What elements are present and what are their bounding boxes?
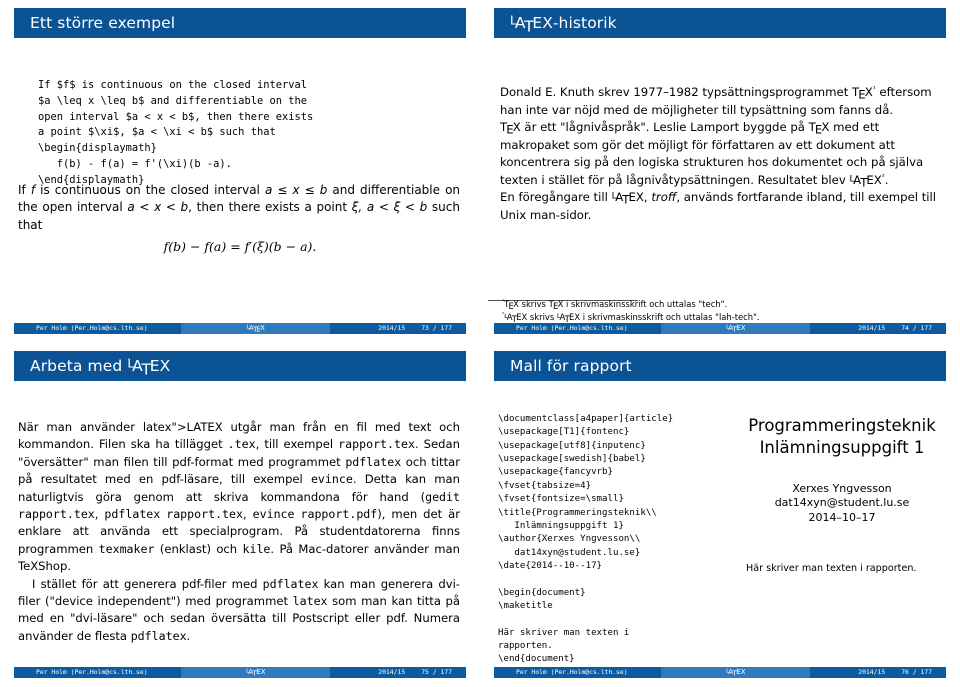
footer-meta: 2014/15 74 / 177 (810, 323, 946, 334)
para-seg-4: , then there exists a point (188, 200, 352, 215)
footer-page: 76 / 177 (901, 668, 932, 676)
footer-date: 2014/15 (858, 668, 886, 676)
slide-arbeta-med-latex: Arbeta med LATEX När man använder latex"… (0, 343, 480, 687)
workflow-text: När man använder latex">LATEX utgår man … (18, 419, 460, 645)
paragraph-1: När man använder latex">LATEX utgår man … (18, 420, 461, 574)
document-title-line2: Inlämningsuppgift 1 (759, 438, 925, 458)
para-seg-2: is continuous on the closed interval (35, 183, 265, 197)
slide-ett-storre-exempel: Ett större exempel If $f$ is continuous … (0, 0, 480, 343)
rendered-document-preview: Programmeringsteknik Inlämningsuppgift 1… (742, 415, 942, 576)
document-author: Xerxes Yngvesson (792, 481, 892, 495)
footer-author: Per Holm (Per.Holm@cs.lth.se) (14, 323, 182, 334)
rendered-paragraph: If f is continuous on the closed interva… (18, 182, 460, 234)
footer-title: LATEX (181, 323, 331, 334)
footer-meta: 2014/15 73 / 177 (330, 323, 466, 334)
footer-title: LATEX (181, 667, 331, 678)
footnote-1: ¹TEX skrivs TEX i skrivmaskinsskrift och… (502, 299, 728, 312)
slide-footer: Per Holm (Per.Holm@cs.lth.se) LATEX 2014… (14, 323, 466, 334)
para-xi-range: ξ, a < ξ < b (351, 200, 428, 215)
report-template-code: \documentclass[a4paper]{article} \usepac… (498, 414, 674, 665)
footer-page: 74 / 177 (901, 324, 932, 332)
footer-date: 2014/15 (378, 324, 406, 332)
slide-body: If $f$ is continuous on the closed inter… (14, 46, 466, 317)
footer-page: 73 / 177 (421, 324, 452, 332)
slide-title: Ett större exempel (14, 8, 466, 38)
para-seg-1: If (18, 183, 31, 197)
paragraph-1: Donald E. Knuth skrev 1977–1982 typsättn… (500, 84, 932, 117)
slide-mall-for-rapport: Mall för rapport \documentclass[a4paper]… (480, 343, 960, 687)
footer-meta: 2014/15 75 / 177 (330, 667, 466, 678)
document-title-line1: Programmeringsteknik (748, 416, 936, 435)
document-title: Programmeringsteknik Inlämningsuppgift 1 (742, 415, 942, 460)
display-equation: f(b) − f(a) = f′(ξ)(b − a). (163, 239, 317, 254)
slide-body: När man använder latex">LATEX utgår man … (14, 389, 466, 661)
slide-title: Arbeta med LATEX (14, 351, 466, 381)
footer-author: Per Holm (Per.Holm@cs.lth.se) (14, 667, 182, 678)
document-date: 2014–10–17 (808, 510, 876, 524)
footnotes: ¹TEX skrivs TEX i skrivmaskinsskrift och… (502, 298, 952, 323)
document-body-text: Här skriver man texten i rapporten. (746, 563, 917, 575)
paragraph-3: En föregångare till LATEX, troff, använd… (500, 190, 937, 223)
para-interval-closed: a ≤ x ≤ b (264, 183, 328, 197)
slide-footer: Per Holm (Per.Holm@cs.lth.se) LATEX 2014… (494, 667, 946, 678)
footer-page: 75 / 177 (421, 668, 452, 676)
document-email: dat14xyn@student.lu.se (774, 496, 910, 510)
slide-footer: Per Holm (Per.Holm@cs.lth.se) LATEX 2014… (14, 667, 466, 678)
slide-footer: Per Holm (Per.Holm@cs.lth.se) LATEX 2014… (494, 323, 946, 334)
latex-source-code: If $f$ is continuous on the closed inter… (38, 79, 314, 186)
slide-body: \documentclass[a4paper]{article} \usepac… (494, 389, 946, 664)
slide-title: LATEX-historik (494, 8, 946, 38)
footer-date: 2014/15 (858, 324, 886, 332)
footer-title: LATEX (661, 323, 811, 334)
document-author-block: Xerxes Yngvesson dat14xyn@student.lu.se … (742, 482, 942, 526)
slide-body: Donald E. Knuth skrev 1977–1982 typsättn… (494, 46, 946, 317)
paragraph-2: I stället för att generera pdf-filer med… (18, 576, 460, 643)
footnote-2: ²LATEX skrivs LATEX i skrivmaskinsskrift… (502, 311, 760, 324)
slide-grid: Ett större exempel If $f$ is continuous … (0, 0, 960, 687)
paragraph-2: TEX är ett "lågnivåspråk". Leslie Lampor… (500, 120, 924, 190)
history-text: Donald E. Knuth skrev 1977–1982 typsättn… (500, 84, 940, 225)
slide-title: Mall för rapport (494, 351, 946, 381)
footer-author: Per Holm (Per.Holm@cs.lth.se) (494, 667, 662, 678)
footer-date: 2014/15 (378, 668, 406, 676)
footer-meta: 2014/15 76 / 177 (810, 667, 946, 678)
slide-latex-historik: LATEX-historik Donald E. Knuth skrev 197… (480, 0, 960, 343)
footer-title: LATEX (661, 667, 811, 678)
footer-author: Per Holm (Per.Holm@cs.lth.se) (494, 323, 662, 334)
para-interval-open: a < x < b (127, 200, 189, 215)
